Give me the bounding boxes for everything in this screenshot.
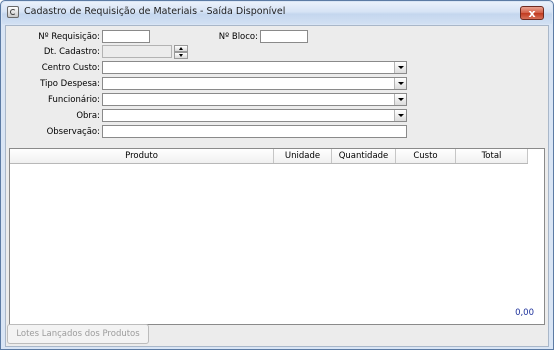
chevron-down-icon[interactable]	[394, 78, 406, 89]
spin-up-icon[interactable]	[174, 45, 188, 52]
cadastro-date-field[interactable]	[102, 45, 172, 58]
requisicao-input[interactable]	[102, 30, 150, 43]
product-grid[interactable]: Produto Unidade Quantidade Custo Total 0…	[9, 148, 545, 325]
chevron-down-icon[interactable]	[394, 110, 406, 121]
column-header-custo[interactable]: Custo	[396, 149, 456, 163]
lotes-lancados-button[interactable]: Lotes Lançados dos Produtos	[7, 324, 149, 344]
column-header-quantidade[interactable]: Quantidade	[332, 149, 396, 163]
centro-custo-combo[interactable]	[102, 61, 407, 74]
chevron-down-icon[interactable]	[394, 94, 406, 105]
funcionario-label: Funcionário:	[48, 95, 100, 105]
obra-combo[interactable]	[102, 109, 407, 122]
column-header-produto[interactable]: Produto	[10, 149, 274, 163]
close-button[interactable]: x	[520, 6, 544, 20]
main-window: Cadastro de Requisição de Materiais - Sa…	[0, 0, 554, 350]
tipo-despesa-label: Tipo Despesa:	[40, 79, 100, 89]
spin-down-icon[interactable]	[174, 52, 188, 59]
grid-header: Produto Unidade Quantidade Custo Total	[10, 149, 528, 164]
bloco-label: Nº Bloco:	[218, 32, 258, 42]
funcionario-combo[interactable]	[102, 93, 407, 106]
title-bar[interactable]: Cadastro de Requisição de Materiais - Sa…	[2, 2, 552, 24]
column-header-unidade[interactable]: Unidade	[274, 149, 332, 163]
requisicao-label: Nº Requisição:	[38, 32, 100, 42]
tipo-despesa-combo[interactable]	[102, 77, 407, 90]
cadastro-label: Dt. Cadastro:	[43, 47, 100, 57]
chevron-down-icon[interactable]	[394, 62, 406, 73]
centro-custo-label: Centro Custo:	[41, 63, 100, 73]
column-header-total[interactable]: Total	[456, 149, 528, 163]
form-panel: Nº Requisição: Nº Bloco: Dt. Cadastro: C…	[5, 25, 549, 347]
cadastro-spinner[interactable]	[174, 45, 188, 59]
window-title: Cadastro de Requisição de Materiais - Sa…	[24, 6, 286, 17]
obra-label: Obra:	[76, 111, 100, 121]
app-icon	[7, 6, 19, 18]
bloco-input[interactable]	[260, 30, 308, 43]
observacao-label: Observação:	[46, 127, 100, 137]
observacao-input[interactable]	[102, 125, 407, 138]
grid-total-value: 0,00	[515, 308, 534, 318]
